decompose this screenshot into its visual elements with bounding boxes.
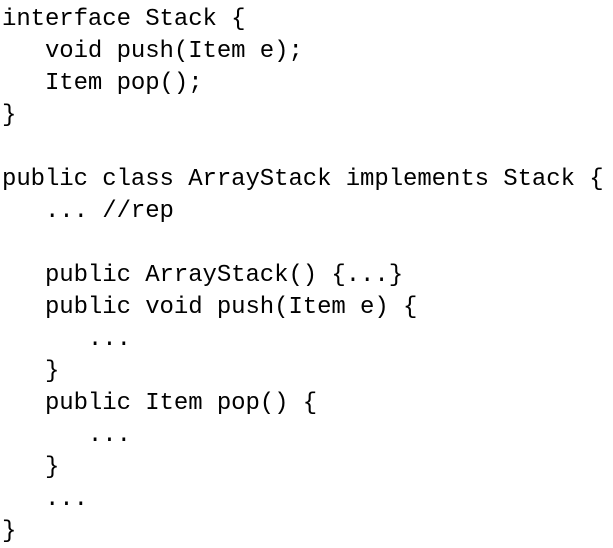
code-lines-container: interface Stack { void push(Item e); Ite…	[2, 4, 604, 548]
code-line: Item pop();	[2, 70, 203, 97]
code-line: ...	[2, 326, 131, 353]
code-line: public ArrayStack() {...}	[2, 262, 404, 289]
code-line: void push(Item e);	[2, 38, 303, 65]
java-code-block: interface Stack { void push(Item e); Ite…	[2, 4, 604, 548]
code-listing-page: interface Stack { void push(Item e); Ite…	[0, 0, 613, 545]
code-line: public void push(Item e) {	[2, 294, 418, 321]
code-line: ... //rep	[2, 198, 174, 225]
code-line: public Item pop() {	[2, 390, 318, 417]
code-line: }	[2, 358, 60, 385]
code-line: }	[2, 454, 60, 481]
code-line: }	[2, 518, 17, 545]
code-line: }	[2, 102, 17, 129]
code-line: ...	[2, 486, 88, 513]
code-line: interface Stack {	[2, 6, 246, 33]
code-line: ...	[2, 422, 131, 449]
code-line: public class ArrayStack implements Stack…	[2, 166, 604, 193]
